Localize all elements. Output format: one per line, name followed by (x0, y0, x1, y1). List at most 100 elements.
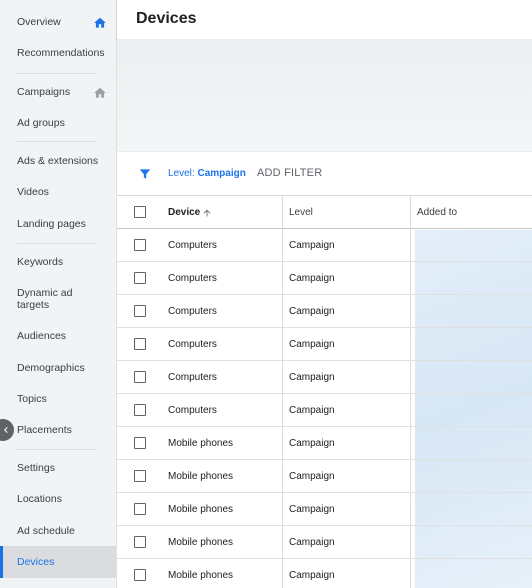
filter-bar: Level: Campaign ADD FILTER (117, 151, 532, 196)
table-row: Mobile phones Campaign (117, 526, 532, 559)
level-cell: Campaign (289, 240, 335, 251)
table-row: Computers Campaign (117, 361, 532, 394)
sidebar-divider (17, 73, 97, 74)
select-all-checkbox[interactable] (134, 206, 146, 218)
sidebar-item-dynamic-ad-targets[interactable]: Dynamic ad targets (0, 287, 80, 311)
sidebar-item-label: Videos (17, 186, 49, 198)
level-cell: Campaign (289, 471, 335, 482)
row-checkbox[interactable] (134, 437, 146, 449)
level-filter-chip[interactable]: Level: Campaign (168, 168, 246, 179)
sidebar-item-videos[interactable]: Videos (0, 186, 116, 198)
sort-ascending-icon[interactable] (202, 207, 212, 219)
device-cell: Mobile phones (168, 504, 234, 515)
sidebar-item-label: Locations (17, 493, 62, 505)
sidebar-item-label: Ads & extensions (17, 155, 99, 167)
home-icon (94, 87, 106, 98)
level-cell: Campaign (289, 438, 335, 449)
device-cell: Computers (168, 372, 217, 383)
table-body: Computers Campaign Computers Campaign Co… (117, 229, 532, 588)
row-checkbox[interactable] (134, 239, 146, 251)
table-row: Computers Campaign (117, 295, 532, 328)
devices-table: Device Level Added to Computers Campaign… (117, 196, 532, 588)
column-header-added-to[interactable]: Added to (417, 196, 457, 229)
chart-area (117, 39, 532, 151)
sidebar-item-ad-schedule[interactable]: Ad schedule (0, 525, 116, 537)
row-checkbox[interactable] (134, 338, 146, 350)
level-cell: Campaign (289, 537, 335, 548)
row-checkbox[interactable] (134, 305, 146, 317)
sidebar-item-campaigns[interactable]: Campaigns (0, 86, 116, 100)
device-cell: Computers (168, 273, 217, 284)
sidebar-item-label: Audiences (17, 330, 67, 342)
filter-icon[interactable] (138, 166, 152, 182)
sidebar-item-landing-pages[interactable]: Landing pages (0, 218, 116, 230)
level-filter-value: Campaign (197, 168, 246, 179)
sidebar-item-placements[interactable]: Placements (0, 424, 116, 436)
table-row: Computers Campaign (117, 262, 532, 295)
sidebar-item-overview[interactable]: Overview (0, 16, 116, 30)
sidebar-item-recommendations[interactable]: Recommendations (0, 47, 116, 59)
device-cell: Mobile phones (168, 438, 234, 449)
table-row: Mobile phones Campaign (117, 460, 532, 493)
table-row: Mobile phones Campaign (117, 559, 532, 588)
column-header-label: Device (168, 207, 201, 218)
sidebar-item-label: Settings (17, 462, 55, 474)
level-cell: Campaign (289, 372, 335, 383)
table-row: Computers Campaign (117, 229, 532, 262)
device-cell: Computers (168, 306, 217, 317)
sidebar-item-label: Ad groups (17, 117, 65, 129)
sidebar-item-label: Overview (17, 16, 61, 28)
level-cell: Campaign (289, 504, 335, 515)
table-header-row: Device Level Added to (117, 196, 532, 229)
sidebar-item-devices[interactable]: Devices (0, 546, 116, 578)
chevron-left-icon (4, 427, 8, 433)
row-checkbox[interactable] (134, 272, 146, 284)
add-filter-button[interactable]: ADD FILTER (257, 167, 322, 179)
device-cell: Computers (168, 405, 217, 416)
sidebar-item-audiences[interactable]: Audiences (0, 330, 116, 342)
sidebar-item-label: Landing pages (17, 218, 86, 230)
device-cell: Computers (168, 240, 217, 251)
column-header-device[interactable]: Device (168, 196, 200, 229)
sidebar-item-label: Keywords (17, 256, 64, 268)
level-cell: Campaign (289, 339, 335, 350)
sidebar: Overview Recommendations Campaigns Ad gr… (0, 0, 117, 588)
home-icon (94, 17, 106, 28)
row-checkbox[interactable] (134, 536, 146, 548)
sidebar-item-label: Recommendations (17, 47, 105, 59)
sidebar-item-demographics[interactable]: Demographics (0, 362, 116, 374)
page-header: Devices (117, 0, 532, 39)
table-row: Computers Campaign (117, 394, 532, 427)
sidebar-item-ads-extensions[interactable]: Ads & extensions (0, 155, 116, 167)
sidebar-item-locations[interactable]: Locations (0, 493, 116, 505)
sidebar-item-label: Demographics (17, 362, 85, 374)
table-row: Computers Campaign (117, 328, 532, 361)
level-cell: Campaign (289, 273, 335, 284)
sidebar-item-keywords[interactable]: Keywords (0, 256, 116, 268)
sidebar-item-topics[interactable]: Topics (0, 393, 116, 405)
sidebar-item-ad-groups[interactable]: Ad groups (0, 117, 116, 129)
sidebar-item-settings[interactable]: Settings (0, 462, 116, 474)
row-checkbox[interactable] (134, 569, 146, 581)
device-cell: Mobile phones (168, 471, 234, 482)
table-row: Mobile phones Campaign (117, 493, 532, 526)
row-checkbox[interactable] (134, 371, 146, 383)
sidebar-item-label: Ad schedule (17, 525, 75, 537)
sidebar-divider (17, 243, 97, 244)
sidebar-item-label: Devices (17, 556, 55, 568)
device-cell: Computers (168, 339, 217, 350)
level-cell: Campaign (289, 570, 335, 581)
sidebar-item-label: Dynamic ad targets (17, 287, 73, 311)
level-filter-prefix: Level: (168, 168, 198, 179)
sidebar-item-label: Campaigns (17, 86, 71, 98)
level-cell: Campaign (289, 306, 335, 317)
row-checkbox[interactable] (134, 404, 146, 416)
sidebar-divider (17, 449, 97, 450)
sidebar-divider (17, 141, 97, 142)
row-checkbox[interactable] (134, 503, 146, 515)
device-cell: Mobile phones (168, 537, 234, 548)
column-header-level[interactable]: Level (289, 196, 313, 229)
sidebar-item-label: Topics (17, 393, 47, 405)
device-cell: Mobile phones (168, 570, 234, 581)
row-checkbox[interactable] (134, 470, 146, 482)
